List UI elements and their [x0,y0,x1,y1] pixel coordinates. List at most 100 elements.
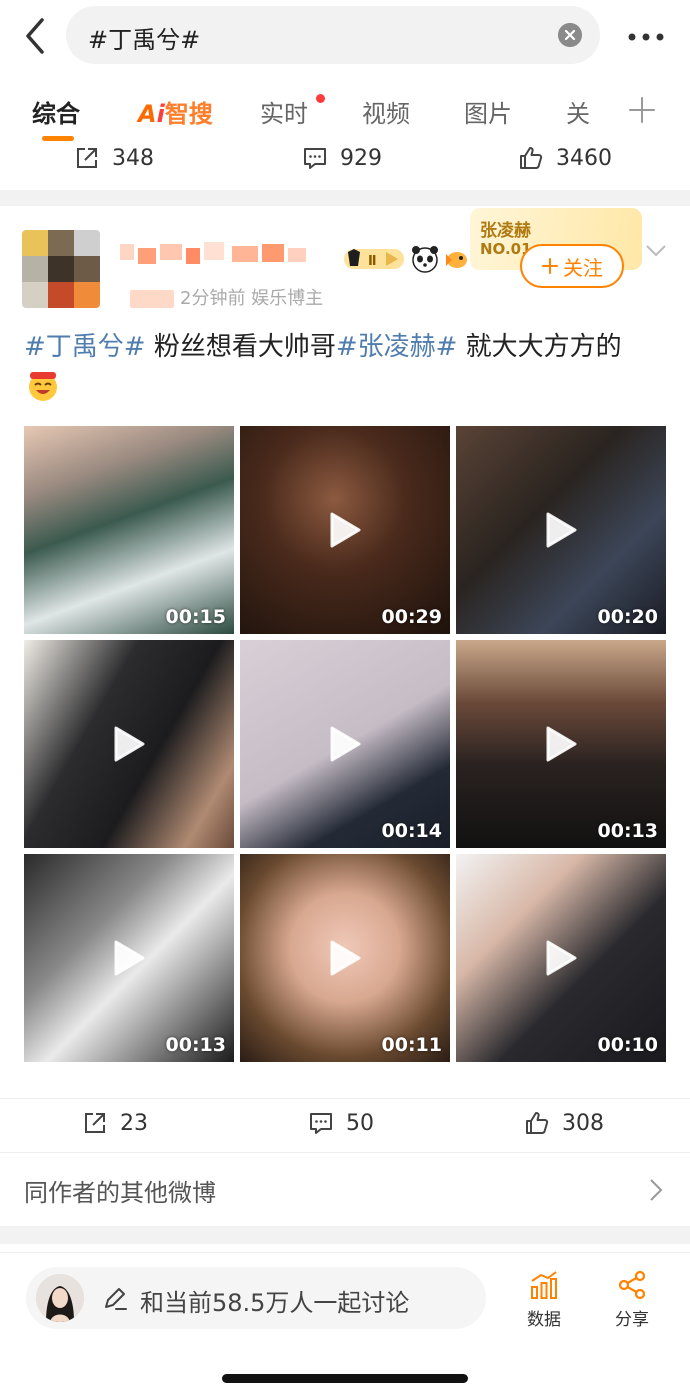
video-thumbnail[interactable]: 00:14 [240,640,450,848]
comment-icon [304,148,326,169]
video-thumbnail[interactable]: 00:13 [24,854,234,1062]
weibo-search-page: #丁禹兮# 综合 Ai智搜 实时 视频 图片 关 348 929 3460 Ⅱ … [0,0,690,1391]
video-thumbnail[interactable]: 00:15 [24,426,234,634]
rank-card-name: 张凌赫 [480,221,531,241]
post-text-mid: 粉丝想看大帅哥 [145,332,336,362]
follow-label: 关注 [563,255,603,280]
post-text-end: 就大大方方的 [457,332,622,362]
post-comment-button[interactable]: 50 [308,1101,374,1145]
play-icon [330,940,361,976]
data-button[interactable]: 数据 [514,1269,574,1333]
ai-search-label: 智搜 [164,100,213,128]
author-avatar[interactable] [22,230,100,308]
follow-button[interactable]: 关注 [520,244,624,288]
discuss-input[interactable]: 和当前58.5万人一起讨论 [26,1267,486,1329]
post-time-source: 2分钟前 娱乐博主 [180,288,324,309]
like-count: 3460 [556,145,612,171]
post-repost-count: 23 [120,1110,148,1136]
data-label: 数据 [527,1310,561,1330]
realtime-notification-dot [316,94,325,103]
video-duration: 00:11 [381,1034,442,1056]
laughing-emoji-icon [29,372,57,401]
post-text: #丁禹兮# 粉丝想看大帅哥#张凌赫# 就大大方方的 [24,328,670,366]
comment-button[interactable]: 929 [302,136,382,180]
comment-count: 929 [340,145,382,171]
play-icon [330,726,361,762]
pen-icon [105,1288,127,1310]
video-duration: 00:13 [165,1034,226,1056]
top-bar: #丁禹兮# [0,0,690,72]
post-meta: 2分钟前 娱乐博主 [130,284,323,310]
tab-ai-search[interactable]: Ai智搜 [138,94,213,129]
svg-text:Ⅱ: Ⅱ [368,254,377,269]
home-indicator [222,1374,468,1383]
video-duration: 00:29 [381,606,442,628]
video-thumbnail[interactable]: 00:10 [456,854,666,1062]
discuss-placeholder: 和当前58.5万人一起讨论 [140,1289,410,1317]
section-divider [0,190,690,206]
author-other-posts-link[interactable]: 同作者的其他微博 [0,1152,690,1226]
play-icon [546,940,577,976]
tab-images[interactable]: 图片 [464,94,512,129]
hashtag-link[interactable]: #丁禹兮# [24,332,146,362]
tab-video[interactable]: 视频 [362,94,410,129]
bottom-bar: 和当前58.5万人一起讨论 数据 分享 [0,1252,690,1391]
section-divider [0,1226,690,1244]
data-chart-icon [531,1271,557,1299]
post-like-button[interactable]: 308 [524,1101,604,1145]
clear-search-icon[interactable] [558,23,582,47]
play-icon [114,726,145,762]
hashtag-link[interactable]: #张凌赫# [336,332,458,362]
post-like-count: 308 [562,1110,604,1136]
tab-follow[interactable]: 关 [566,94,590,129]
post-actions: 23 50 308 [0,1098,690,1150]
video-thumbnail[interactable] [24,640,234,848]
video-thumbnail[interactable]: 00:13 [456,640,666,848]
share-icon [618,1270,646,1300]
search-tabs: 综合 Ai智搜 实时 视频 图片 关 [0,82,690,142]
like-icon [526,1112,549,1134]
chevron-down-icon[interactable] [644,242,668,260]
play-icon [546,726,577,762]
video-duration: 00:13 [597,820,658,842]
more-options-icon[interactable] [626,22,666,52]
add-tab-icon[interactable] [628,96,656,124]
repost-button[interactable]: 348 [74,136,154,180]
time-blur [130,290,174,308]
search-query[interactable]: #丁禹兮# [88,20,200,55]
like-button[interactable]: 3460 [518,136,612,180]
repost-icon [85,1113,105,1133]
post-repost-button[interactable]: 23 [82,1101,148,1145]
video-duration: 00:14 [381,820,442,842]
video-duration: 00:20 [597,606,658,628]
search-box[interactable]: #丁禹兮# [66,6,600,64]
author-name-blurred[interactable] [120,240,310,268]
ai-logo-a: A [138,100,157,128]
chevron-right-icon [650,1179,663,1201]
like-icon [520,147,543,169]
fish-badge-icon [446,252,467,268]
prev-post-actions: 348 929 3460 [0,136,690,180]
tab-realtime[interactable]: 实时 [260,94,308,129]
comment-icon [310,1113,332,1134]
share-label: 分享 [615,1310,649,1330]
video-thumbnail[interactable]: 00:11 [240,854,450,1062]
video-thumbnail[interactable]: 00:29 [240,426,450,634]
author-other-posts-label: 同作者的其他微博 [24,1179,216,1207]
video-duration: 00:15 [165,606,226,628]
back-arrow-icon[interactable] [18,14,54,58]
share-button[interactable]: 分享 [602,1269,662,1333]
user-avatar [36,1274,84,1322]
play-icon [114,940,145,976]
video-duration: 00:10 [597,1034,658,1056]
play-icon [546,512,577,548]
video-thumbnail[interactable]: 00:20 [456,426,666,634]
plus-icon [542,258,558,274]
post-comment-count: 50 [346,1110,374,1136]
tab-comprehensive[interactable]: 综合 [32,94,80,129]
panda-badge-icon [412,246,438,273]
repost-icon [77,148,97,168]
video-grid: 00:15 00:29 00:20 00:14 00:13 00:13 00:11 00:10 [24,426,666,1066]
repost-count: 348 [112,145,154,171]
vip-badge-icon: Ⅱ [344,249,404,269]
